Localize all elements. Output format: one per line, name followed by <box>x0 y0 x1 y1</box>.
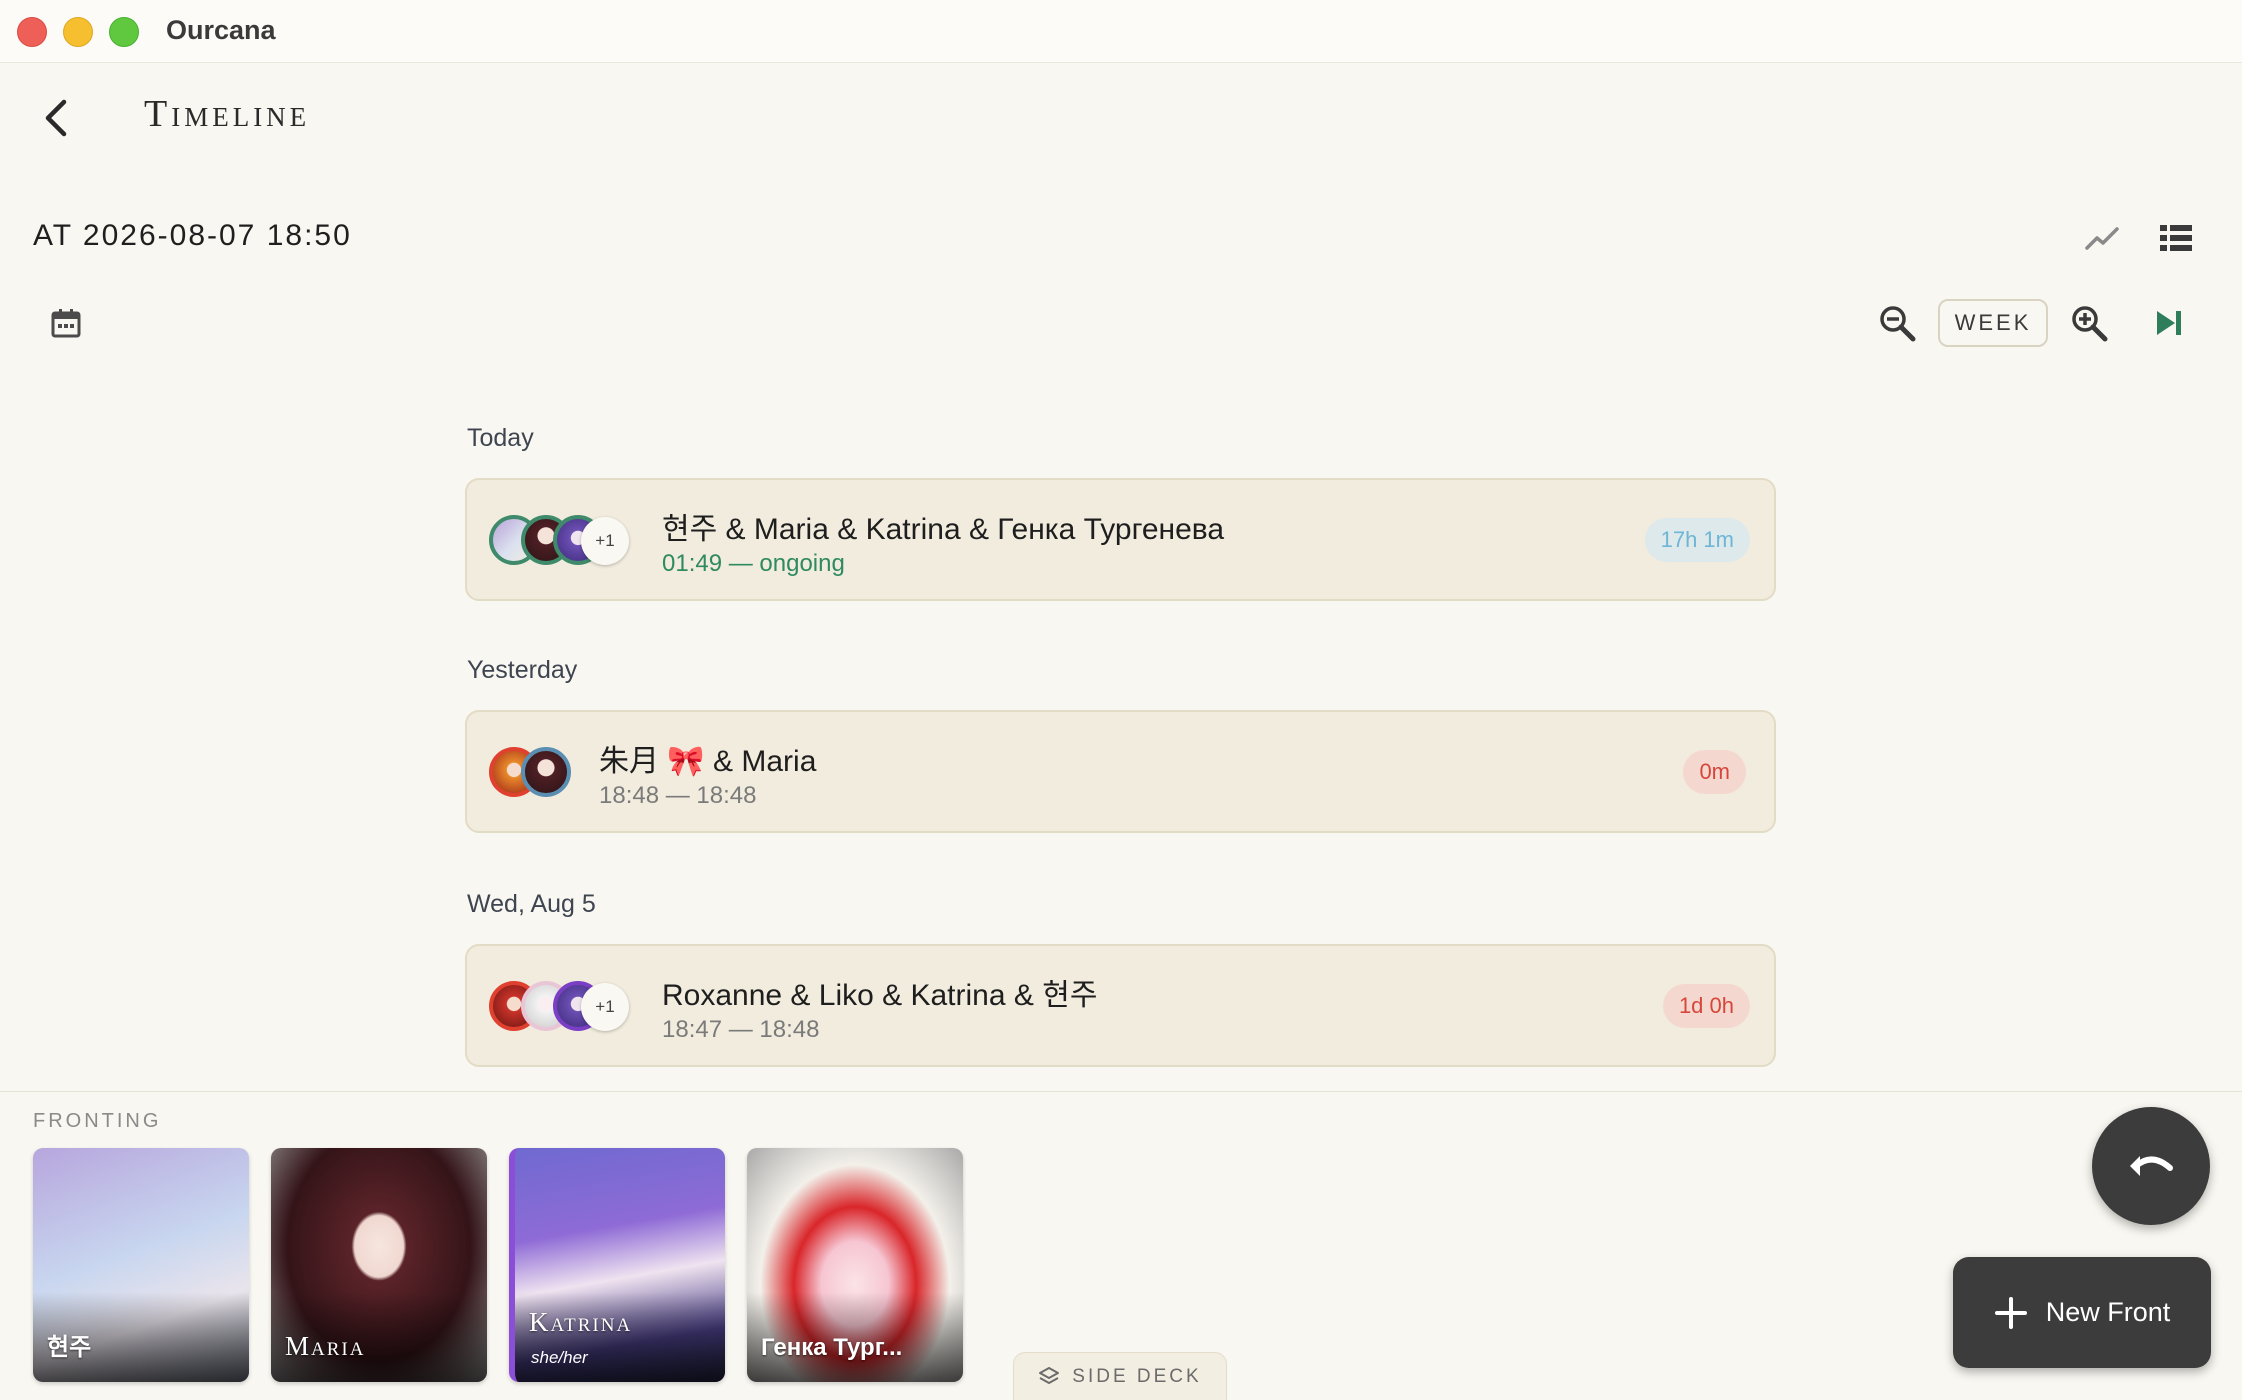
section-divider <box>0 1091 2242 1092</box>
front-entry-title: 현주 & Maria & Katrina & Генка Тургенева <box>662 513 1225 546</box>
window-titlebar: Ourcana <box>0 0 2242 63</box>
jump-to-now-button[interactable] <box>2152 306 2186 340</box>
zoom-in-button[interactable] <box>2068 302 2110 344</box>
front-entry-title: Roxanne & Liko & Katrina & 현주 <box>662 979 1098 1012</box>
undo-icon <box>2130 1156 2173 1176</box>
calendar-icon <box>51 309 81 338</box>
fronting-section-label: FRONTING <box>33 1110 162 1132</box>
zoom-out-button[interactable] <box>1876 302 1918 344</box>
page-title: Timeline <box>144 93 311 135</box>
calendar-button[interactable] <box>48 305 84 341</box>
fronting-member-card[interactable]: Katrina she/her <box>509 1148 725 1382</box>
avatar <box>521 747 571 797</box>
member-pronouns: she/her <box>531 1348 588 1367</box>
trend-view-button[interactable] <box>2084 220 2120 256</box>
day-label-yesterday: Yesterday <box>467 656 578 684</box>
minimize-window-button[interactable] <box>63 17 93 47</box>
duration-badge: 17h 1m <box>1644 518 1750 562</box>
zoom-out-icon <box>1880 306 1916 342</box>
current-datetime: AT 2026-08-07 18:50 <box>33 219 352 252</box>
layers-icon <box>1039 1366 1060 1384</box>
front-entry-time: 18:47 — 18:48 <box>662 1016 820 1043</box>
new-front-button[interactable]: New Front <box>1953 1257 2211 1368</box>
front-entry-card[interactable]: 朱月 🎀 & Maria 18:48 — 18:48 0m <box>465 710 1776 833</box>
more-members-badge: +1 <box>581 517 629 565</box>
list-view-button[interactable] <box>2156 220 2196 256</box>
trend-icon <box>2085 227 2119 250</box>
member-name: Katrina <box>529 1307 633 1337</box>
fronting-member-card[interactable]: Генка Тург... <box>747 1148 963 1382</box>
undo-button[interactable] <box>2092 1107 2210 1225</box>
fronting-member-card[interactable]: Maria <box>271 1148 487 1382</box>
front-entry-title: 朱月 🎀 & Maria <box>599 745 817 778</box>
skip-to-end-icon <box>2157 311 2181 335</box>
member-name: Генка Тург... <box>761 1334 903 1361</box>
member-name: 현주 <box>47 1334 92 1361</box>
plus-icon <box>1994 1296 2027 1329</box>
app-title: Ourcana <box>166 15 276 45</box>
fronting-member-card[interactable]: 현주 <box>33 1148 249 1382</box>
list-icon <box>2160 225 2192 251</box>
duration-badge: 1d 0h <box>1662 984 1750 1028</box>
side-deck-label: SIDE DECK <box>1072 1365 1202 1387</box>
zoom-level-button[interactable]: WEEK <box>1938 299 2048 347</box>
maximize-window-button[interactable] <box>109 17 139 47</box>
duration-badge: 0m <box>1683 750 1746 794</box>
new-front-label: New Front <box>2045 1297 2171 1327</box>
front-entry-card[interactable]: +1 Roxanne & Liko & Katrina & 현주 18:47 —… <box>465 944 1776 1067</box>
chevron-left-icon <box>45 99 67 137</box>
front-entry-time: 18:48 — 18:48 <box>599 782 757 809</box>
back-button[interactable] <box>36 96 80 140</box>
front-entry-time: 01:49 — ongoing <box>662 550 845 577</box>
zoom-in-icon <box>2072 306 2108 342</box>
close-window-button[interactable] <box>17 17 47 47</box>
member-name: Maria <box>285 1331 366 1361</box>
day-label-today: Today <box>467 424 534 452</box>
day-label-date: Wed, Aug 5 <box>467 890 596 918</box>
side-deck-tab[interactable]: SIDE DECK <box>1013 1352 1227 1400</box>
more-members-badge: +1 <box>581 983 629 1031</box>
front-entry-card[interactable]: +1 현주 & Maria & Katrina & Генка Тургенев… <box>465 478 1776 601</box>
